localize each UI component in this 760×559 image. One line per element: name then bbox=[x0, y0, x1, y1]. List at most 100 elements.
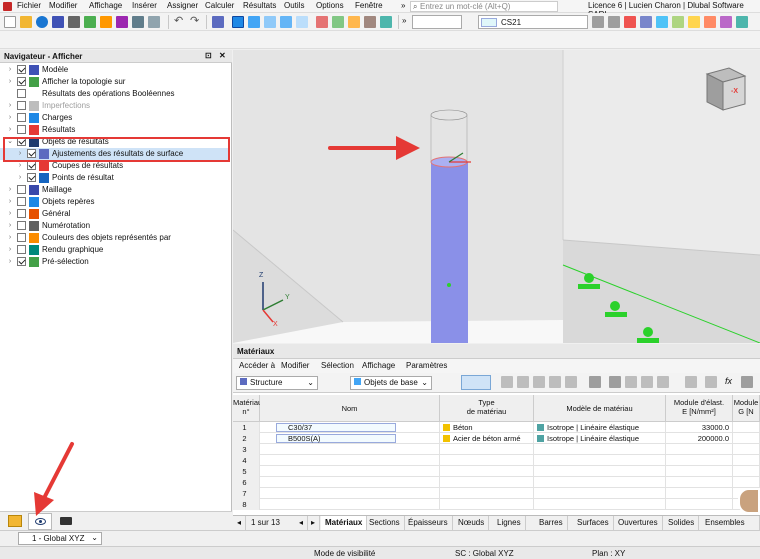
isolines-icon[interactable] bbox=[672, 16, 684, 28]
table-tool-2-icon[interactable] bbox=[517, 376, 529, 388]
nav-checkbox[interactable] bbox=[17, 209, 26, 218]
chevron-icon[interactable]: › bbox=[6, 184, 14, 196]
cell-e[interactable] bbox=[666, 466, 733, 477]
col-header-e[interactable]: Module d'élast. E [N/mm²] bbox=[666, 395, 733, 422]
chevron-icon[interactable]: › bbox=[6, 244, 14, 256]
cell-no[interactable]: 5 bbox=[233, 466, 260, 477]
tab-materiaux[interactable]: Matériaux bbox=[321, 516, 368, 530]
nav-item[interactable]: › Maillage bbox=[0, 184, 230, 196]
results-icon[interactable] bbox=[316, 16, 328, 28]
menu-outils[interactable]: Outils bbox=[284, 1, 304, 10]
cell-no[interactable]: 3 bbox=[233, 444, 260, 455]
nav-checkbox[interactable] bbox=[17, 221, 26, 230]
cell-type[interactable] bbox=[440, 455, 534, 466]
menu-calculer[interactable]: Calculer bbox=[205, 1, 234, 10]
more-menu-icon[interactable]: » bbox=[401, 1, 405, 10]
view-cube[interactable]: -X bbox=[697, 64, 749, 116]
cell-type[interactable] bbox=[440, 488, 534, 499]
status-sc[interactable]: SC : Global XYZ bbox=[455, 549, 514, 558]
chevron-icon[interactable]: › bbox=[6, 220, 14, 232]
prev-icon[interactable] bbox=[592, 16, 604, 28]
cell-name[interactable]: B500S(A) bbox=[260, 433, 440, 444]
nav-checkbox[interactable] bbox=[27, 161, 36, 170]
table-row[interactable]: 4 bbox=[233, 455, 760, 466]
pin-icon[interactable]: ⊡ bbox=[205, 51, 212, 60]
cell-model[interactable] bbox=[534, 477, 666, 488]
menu-acceder[interactable]: Accéder à bbox=[239, 361, 275, 370]
cell-model[interactable]: Isotrope | Linéaire élastique bbox=[534, 422, 666, 433]
menu-affichage[interactable]: Affichage bbox=[89, 1, 122, 10]
chevron-icon[interactable]: › bbox=[6, 208, 14, 220]
base-objects-select[interactable]: Objets de base ⌄ bbox=[350, 376, 432, 390]
nav-item[interactable]: › Général bbox=[0, 208, 230, 220]
table-view-icon[interactable] bbox=[212, 16, 224, 28]
menu-assigner[interactable]: Assigner bbox=[167, 1, 198, 10]
col-header-model[interactable]: Modèle de matériau bbox=[534, 395, 666, 422]
settings-icon[interactable] bbox=[741, 376, 753, 388]
menu-modifier-table[interactable]: Modifier bbox=[281, 361, 309, 370]
table-row[interactable]: 2 B500S(A) Acier de béton armé Isotrope | L… bbox=[233, 433, 760, 444]
table-tool-9-icon[interactable] bbox=[705, 376, 717, 388]
menu-affichage-table[interactable]: Affichage bbox=[362, 361, 395, 370]
menu-parametres[interactable]: Paramètres bbox=[406, 361, 447, 370]
table-tool-5-icon[interactable] bbox=[565, 376, 577, 388]
cell-no[interactable]: 4 bbox=[233, 455, 260, 466]
nav-item[interactable]: › Résultats bbox=[0, 124, 230, 136]
table-tool-3-icon[interactable] bbox=[533, 376, 545, 388]
tab-lignes[interactable]: Lignes bbox=[493, 516, 526, 530]
cell-name[interactable]: C30/37 bbox=[260, 422, 440, 433]
deformation-icon[interactable] bbox=[656, 16, 668, 28]
next-icon[interactable] bbox=[608, 16, 620, 28]
menu-selection[interactable]: Sélection bbox=[321, 361, 354, 370]
animation-icon[interactable] bbox=[132, 16, 144, 28]
cell-type[interactable] bbox=[440, 477, 534, 488]
nav-checkbox[interactable] bbox=[17, 77, 26, 86]
nav-item[interactable]: › Numérotation bbox=[0, 220, 230, 232]
cell-g[interactable] bbox=[733, 444, 760, 455]
table-tool-8-icon[interactable] bbox=[685, 376, 697, 388]
dlubal-center-icon[interactable] bbox=[36, 16, 48, 28]
cell-e[interactable] bbox=[666, 488, 733, 499]
nav-item[interactable]: › Pré-sélection bbox=[0, 256, 230, 268]
nav-item[interactable]: › Objets repères bbox=[0, 196, 230, 208]
import-icon[interactable] bbox=[625, 376, 637, 388]
nav-item[interactable]: › Afficher la topologie sur bbox=[0, 76, 230, 88]
cell-no[interactable]: 8 bbox=[233, 499, 260, 510]
tab-surfaces[interactable]: Surfaces bbox=[573, 516, 614, 530]
cell-e[interactable] bbox=[666, 444, 733, 455]
cell-type[interactable]: Béton bbox=[440, 422, 534, 433]
cell-name[interactable] bbox=[260, 444, 440, 455]
col-header-name[interactable]: Nom bbox=[260, 395, 440, 422]
window-cascade-icon[interactable] bbox=[280, 16, 292, 28]
close-icon[interactable]: ✕ bbox=[219, 51, 226, 60]
tab-noeuds[interactable]: Nœuds bbox=[454, 516, 490, 530]
chevron-icon[interactable]: › bbox=[6, 100, 14, 112]
cell-e[interactable]: 200000.0 bbox=[666, 433, 733, 444]
tab-ensembles[interactable]: Ensembles de bbox=[701, 516, 760, 540]
cell-model[interactable]: Isotrope | Linéaire élastique bbox=[534, 433, 666, 444]
table-row[interactable]: 3 bbox=[233, 444, 760, 455]
grid-icon[interactable] bbox=[148, 16, 160, 28]
nav-item[interactable]: › Rendu graphique bbox=[0, 244, 230, 256]
cell-name[interactable] bbox=[260, 488, 440, 499]
cell-e[interactable] bbox=[666, 477, 733, 488]
chevron-icon[interactable]: › bbox=[6, 112, 14, 124]
nav-checkbox[interactable] bbox=[17, 233, 26, 242]
first-page-icon[interactable]: ◂ bbox=[233, 516, 247, 530]
cell-type[interactable] bbox=[440, 444, 534, 455]
tab-epaisseurs[interactable]: Épaisseurs bbox=[404, 516, 453, 530]
status-plan[interactable]: Plan : XY bbox=[592, 549, 625, 558]
cell-model[interactable] bbox=[534, 466, 666, 477]
menu-modifier[interactable]: Modifier bbox=[49, 1, 77, 10]
cell-type[interactable]: Acier de béton armé bbox=[440, 433, 534, 444]
cell-model[interactable] bbox=[534, 455, 666, 466]
cell-name[interactable] bbox=[260, 455, 440, 466]
new-icon[interactable] bbox=[4, 16, 16, 28]
cell-no[interactable]: 7 bbox=[233, 488, 260, 499]
col-header-no[interactable]: Matériau n° bbox=[233, 395, 262, 422]
menu-fichier[interactable]: Fichier bbox=[17, 1, 41, 10]
view-icon[interactable] bbox=[332, 16, 344, 28]
nav-checkbox[interactable] bbox=[17, 185, 26, 194]
load-case-select[interactable]: CS21 bbox=[478, 15, 588, 29]
col-header-type[interactable]: Type de matériau bbox=[440, 395, 534, 422]
